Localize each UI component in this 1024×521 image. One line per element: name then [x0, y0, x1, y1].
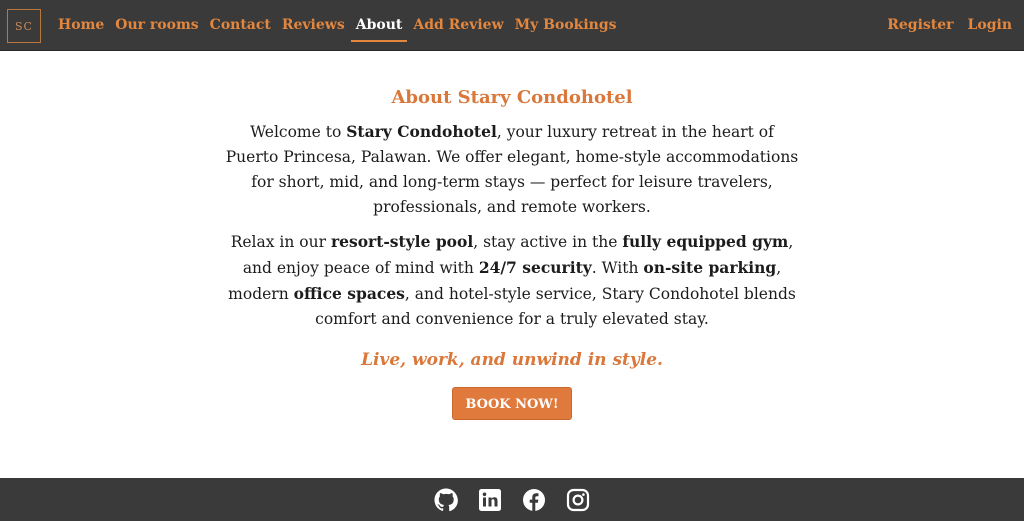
nav-link-contact[interactable]: Contact	[210, 0, 271, 51]
amenities-text-c: , stay active in the	[473, 233, 623, 251]
github-icon[interactable]	[434, 488, 458, 512]
nav-link-our-rooms[interactable]: Our rooms	[115, 0, 198, 51]
intro-text-a: Welcome to	[250, 123, 347, 141]
amenities-text-a: Relax in our	[230, 233, 331, 251]
amenities-paragraph: Relax in our resort-style pool, stay act…	[222, 229, 802, 332]
amenity-office: office spaces	[293, 284, 405, 303]
amenity-parking: on-site parking	[643, 258, 777, 277]
amenities-text-g: . With	[591, 259, 644, 277]
nav-links: Home Our rooms Contact Reviews About Add…	[58, 0, 628, 51]
instagram-icon[interactable]	[566, 488, 590, 512]
amenity-security: 24/7 security	[478, 258, 592, 277]
nav-link-register[interactable]: Register	[887, 0, 953, 51]
logo[interactable]: SC	[7, 9, 41, 43]
linkedin-icon[interactable]	[478, 488, 502, 512]
intro-paragraph: Welcome to Stary Condohotel, your luxury…	[222, 119, 802, 220]
book-now-button[interactable]: BOOK NOW!	[452, 387, 572, 420]
nav-link-login[interactable]: Login	[968, 0, 1012, 51]
facebook-icon[interactable]	[522, 488, 546, 512]
nav-link-home[interactable]: Home	[58, 0, 104, 51]
nav-link-about[interactable]: About	[350, 0, 407, 51]
amenity-pool: resort-style pool	[330, 232, 474, 251]
navbar: SC Home Our rooms Contact Reviews About …	[0, 0, 1024, 51]
nav-link-add-review[interactable]: Add Review	[413, 0, 503, 51]
intro-text-hotel-name: Stary Condohotel	[346, 122, 497, 141]
footer	[0, 478, 1024, 521]
tagline: Live, work, and unwind in style.	[361, 350, 663, 370]
nav-link-reviews[interactable]: Reviews	[282, 0, 345, 51]
amenity-gym: fully equipped gym	[622, 232, 789, 251]
nav-auth-links: Register Login	[873, 0, 1012, 51]
page-title: About Stary Condohotel	[391, 87, 633, 108]
nav-link-my-bookings[interactable]: My Bookings	[515, 0, 617, 51]
about-section: About Stary Condohotel Welcome to Stary …	[0, 52, 1024, 420]
